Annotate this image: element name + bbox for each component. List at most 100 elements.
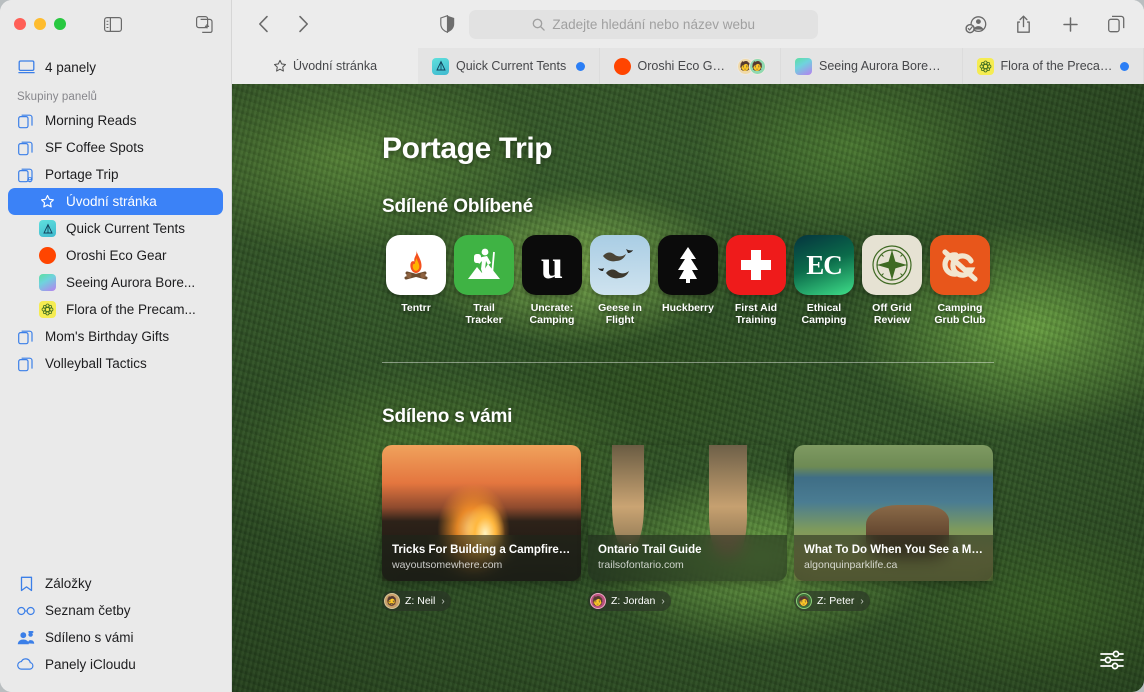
sidebar-item-zalozky[interactable]: Záložky <box>8 570 223 597</box>
sidebar-item-label: Morning Reads <box>45 113 137 128</box>
favorite-geese-in-flight[interactable]: Geese in Flight <box>586 235 654 326</box>
favorite-huckberry[interactable]: Huckberry <box>654 235 722 326</box>
shared-tab-group-icon <box>17 166 35 184</box>
sidebar-item-label: Portage Trip <box>45 167 119 182</box>
shared-card-moose[interactable]: What To Do When You See a Moo... algonqu… <box>794 445 993 581</box>
maximize-button[interactable] <box>54 18 66 30</box>
campfire-icon <box>386 235 446 295</box>
tab-overview-icon[interactable] <box>1104 12 1130 36</box>
address-search-bar[interactable]: Zadejte hledání nebo název webu <box>469 9 819 39</box>
section-divider <box>382 362 994 363</box>
sidebar-item-seeing-aurora[interactable]: Seeing Aurora Bore... <box>8 269 223 296</box>
favorite-off-grid-review[interactable]: Off Grid Review <box>858 235 926 326</box>
toolbar-right-buttons <box>963 12 1130 36</box>
sidebar-toggle-icon[interactable] <box>100 12 126 36</box>
address-bar-placeholder: Zadejte hledání nebo název webu <box>552 16 755 32</box>
attribution-label: Z: Neil <box>405 595 436 607</box>
display-icon <box>17 58 35 76</box>
favorite-uncrate-camping[interactable]: u Uncrate: Camping <box>518 235 586 326</box>
plus-icon[interactable] <box>1057 12 1083 36</box>
shared-with-you-cards: Tricks For Building a Campfire—F... wayo… <box>382 445 994 581</box>
tab-title: Seeing Aurora Boreali... <box>819 59 948 73</box>
card-title: What To Do When You See a Moo... <box>804 544 983 556</box>
jordan-avatar: 🧑 <box>590 593 606 609</box>
tab-seeing-aurora[interactable]: Seeing Aurora Boreali... <box>781 48 963 84</box>
tab-title: Quick Current Tents <box>456 59 567 73</box>
share-icon[interactable] <box>1010 12 1036 36</box>
tab-flora-precambrian[interactable]: Flora of the Precambi... <box>962 48 1144 84</box>
hiker-icon <box>454 235 514 295</box>
favorite-first-aid-training[interactable]: First Aid Training <box>722 235 790 326</box>
sidebar-item-volleyball-tactics[interactable]: Volleyball Tactics <box>8 350 223 377</box>
favicon-flora <box>976 57 994 75</box>
sidebar-item-tabs-overview[interactable]: 4 panely <box>8 52 223 82</box>
profile-icon[interactable] <box>963 12 989 36</box>
search-icon <box>532 18 546 31</box>
sidebar-item-label: Záložky <box>45 576 92 591</box>
shared-with-you-icon <box>17 629 35 647</box>
attribution-label: Z: Peter <box>817 595 855 607</box>
tab-oroshi-eco-gear[interactable]: Oroshi Eco Gear 🧑 🧑 <box>599 48 781 84</box>
sidebar-item-sf-coffee-spots[interactable]: SF Coffee Spots <box>8 134 223 161</box>
sidebar-item-moms-birthday-gifts[interactable]: Mom's Birthday Gifts <box>8 323 223 350</box>
avatar: 🧑 <box>749 57 766 75</box>
letter-u-icon: u <box>522 235 582 295</box>
start-page: Portage Trip Sdílené Oblíbené Tentrr Tra… <box>232 84 1144 692</box>
attribution-neil[interactable]: 🧔 Z: Neil › <box>382 591 451 611</box>
icloud-tabs-icon <box>17 656 35 674</box>
sidebar-item-sdileno-s-vami[interactable]: Sdíleno s vámi <box>8 624 223 651</box>
favorite-trail-tracker[interactable]: Trail Tracker <box>450 235 518 326</box>
favorite-tentrr[interactable]: Tentrr <box>382 235 450 326</box>
sidebar-item-uvodni-stranka[interactable]: Úvodní stránka <box>8 188 223 215</box>
geese-icon <box>590 235 650 295</box>
sidebar-section-header: Skupiny panelů <box>17 91 98 103</box>
attribution-peter[interactable]: 🧑 Z: Peter › <box>794 591 870 611</box>
forward-chevron-icon[interactable] <box>290 12 316 36</box>
shared-card-ontario-trail[interactable]: Ontario Trail Guide trailsofontario.com <box>588 445 787 581</box>
star-icon <box>39 193 56 210</box>
sidebar-item-label: Seeing Aurora Bore... <box>66 275 196 290</box>
tab-quick-current-tents[interactable]: Quick Current Tents <box>418 48 600 84</box>
favicon-oroshi <box>39 247 56 264</box>
sidebar-item-seznam-cetby[interactable]: Seznam četby <box>8 597 223 624</box>
reading-list-icon <box>17 602 35 620</box>
sidebar-item-morning-reads[interactable]: Morning Reads <box>8 107 223 134</box>
new-tab-group-icon[interactable] <box>191 12 217 36</box>
favorite-label: Camping Grub Club <box>934 302 986 326</box>
shared-card-campfire[interactable]: Tricks For Building a Campfire—F... wayo… <box>382 445 581 581</box>
tab-title: Úvodní stránka <box>292 59 378 73</box>
start-page-settings-icon[interactable] <box>1098 646 1126 674</box>
sidebar-item-label: Úvodní stránka <box>66 194 157 209</box>
sidebar-item-label: Sdíleno s vámi <box>45 630 134 645</box>
minimize-button[interactable] <box>34 18 46 30</box>
navigation-buttons <box>250 12 316 36</box>
favorite-ethical-camping[interactable]: EC Ethical Camping <box>790 235 858 326</box>
close-button[interactable] <box>14 18 26 30</box>
sidebar-scroll[interactable]: 4 panely Skupiny panelů Morning Reads SF… <box>0 48 231 570</box>
toolbar: Zadejte hledání nebo název webu <box>232 0 1144 48</box>
attribution-jordan[interactable]: 🧑 Z: Jordan › <box>588 591 671 611</box>
main-area: Zadejte hledání nebo název webu Úvodní s… <box>232 0 1144 692</box>
sidebar-item-oroshi-eco-gear[interactable]: Oroshi Eco Gear <box>8 242 223 269</box>
sidebar-item-label: Flora of the Precam... <box>66 302 196 317</box>
sidebar-item-portage-trip[interactable]: Portage Trip <box>8 161 223 188</box>
chevron-right-icon: › <box>860 595 864 607</box>
cg-monogram-icon <box>930 235 990 295</box>
sidebar-item-label: Quick Current Tents <box>66 221 186 236</box>
sidebar-item-quick-current-tents[interactable]: Quick Current Tents <box>8 215 223 242</box>
sidebar: 4 panely Skupiny panelů Morning Reads SF… <box>0 0 232 692</box>
tab-title: Oroshi Eco Gear <box>637 59 731 73</box>
privacy-shield-icon[interactable] <box>440 15 455 33</box>
sidebar-item-label: 4 panely <box>45 59 97 75</box>
sidebar-item-label: Seznam četby <box>45 603 131 618</box>
tab-uvodni-stranka[interactable]: Úvodní stránka <box>232 48 418 84</box>
favorite-camping-grub-club[interactable]: Camping Grub Club <box>926 235 994 326</box>
back-chevron-icon[interactable] <box>250 12 276 36</box>
sidebar-item-label: Mom's Birthday Gifts <box>45 329 170 344</box>
sidebar-item-panely-icloudu[interactable]: Panely iCloudu <box>8 651 223 678</box>
red-cross-icon <box>726 235 786 295</box>
sidebar-item-flora-precambrian[interactable]: Flora of the Precam... <box>8 296 223 323</box>
favicon-flora <box>39 301 56 318</box>
sidebar-bottom-section: Záložky Seznam četby Sdíleno s vámi Pane… <box>0 570 231 692</box>
sidebar-titlebar <box>0 0 231 48</box>
